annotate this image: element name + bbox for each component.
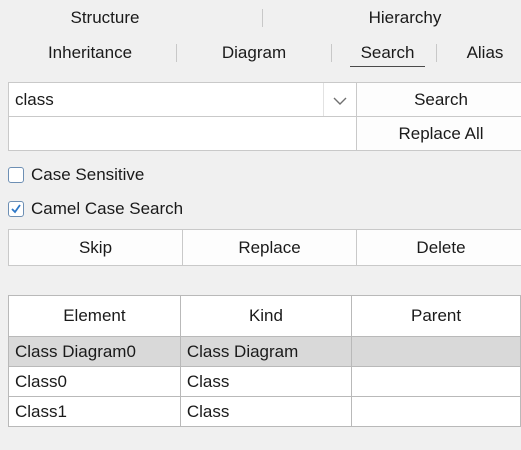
table-row[interactable]: Class Diagram0 Class Diagram [8, 336, 521, 367]
results-table: Element Kind Parent Class Diagram0 Class… [8, 295, 521, 427]
dropdown-divider [323, 83, 324, 116]
case-sensitive-label: Case Sensitive [31, 165, 145, 184]
delete-button[interactable]: Delete [356, 229, 521, 266]
tab-strip-row-1: Structure Hierarchy [0, 0, 521, 34]
tab-separator [176, 44, 177, 62]
skip-button[interactable]: Skip [8, 229, 183, 266]
tab-diagram[interactable]: Diagram [195, 40, 313, 66]
cell-kind: Class [179, 396, 353, 427]
search-input-value: class [15, 90, 54, 109]
replace-button[interactable]: Replace [182, 229, 357, 266]
chevron-down-icon[interactable] [330, 92, 350, 108]
column-header-element[interactable]: Element [8, 295, 181, 337]
tab-hierarchy[interactable]: Hierarchy [345, 5, 465, 31]
tab-strip-row-2: Inheritance Diagram Search Alias [0, 34, 521, 72]
cell-element: Class Diagram0 [8, 336, 181, 367]
tab-separator [331, 44, 332, 62]
cell-kind: Class [179, 366, 353, 397]
replace-input[interactable] [8, 116, 357, 151]
camel-case-option[interactable]: Camel Case Search [8, 198, 248, 220]
cell-element: Class0 [8, 366, 181, 397]
table-row[interactable]: Class0 Class [8, 366, 521, 397]
tab-search[interactable]: Search [350, 40, 425, 67]
search-button[interactable]: Search [356, 82, 521, 117]
tab-inheritance[interactable]: Inheritance [20, 40, 160, 66]
cell-parent [351, 396, 521, 427]
checkmark-icon [11, 204, 21, 214]
case-sensitive-option[interactable]: Case Sensitive [8, 164, 208, 186]
tab-separator [262, 9, 263, 27]
cell-kind: Class Diagram [179, 336, 353, 367]
table-row[interactable]: Class1 Class [8, 396, 521, 427]
cell-parent [351, 336, 521, 367]
case-sensitive-checkbox[interactable] [8, 167, 24, 183]
cell-element: Class1 [8, 396, 181, 427]
table-header-row: Element Kind Parent [8, 295, 521, 337]
tab-separator [436, 44, 437, 62]
camel-case-checkbox[interactable] [8, 201, 24, 217]
cell-parent [351, 366, 521, 397]
tab-structure[interactable]: Structure [40, 5, 170, 31]
camel-case-label: Camel Case Search [31, 199, 184, 218]
column-header-kind[interactable]: Kind [179, 295, 353, 337]
replace-all-button[interactable]: Replace All [356, 116, 521, 151]
column-header-parent[interactable]: Parent [351, 295, 521, 337]
search-input[interactable]: class [8, 82, 357, 117]
tab-alias[interactable]: Alias [450, 40, 520, 66]
